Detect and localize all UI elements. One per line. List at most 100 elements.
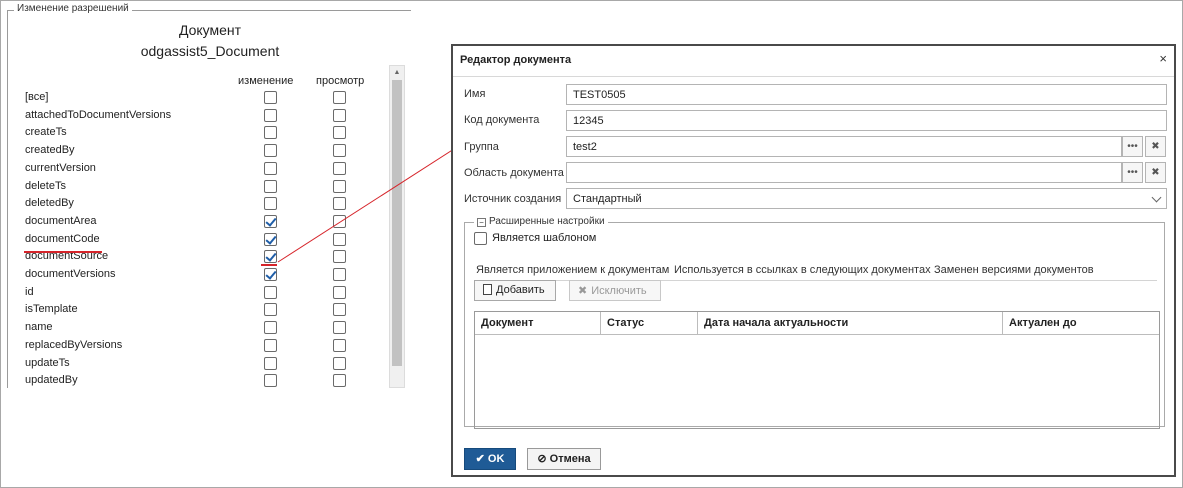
code-label: Код документа	[464, 114, 540, 126]
permission-row: replacedByVersions	[25, 338, 365, 355]
collapse-toggle-icon[interactable]: −	[477, 218, 486, 227]
entity-name: odgassist5_Document	[140, 43, 280, 59]
edit-permission-checkbox[interactable]	[264, 108, 277, 122]
column-header-view: просмотр	[316, 75, 365, 87]
permission-row: id	[25, 285, 365, 302]
annotation-underline-checkbox	[261, 264, 277, 266]
view-permission-checkbox[interactable]	[333, 303, 346, 317]
advanced-settings-label: Расширенные настройки	[489, 216, 605, 227]
permission-attribute-name: currentVersion	[25, 161, 96, 174]
group-lookup-button[interactable]: •••	[1122, 136, 1143, 157]
permission-row: updatedBy	[25, 373, 365, 390]
permission-row: isTemplate	[25, 302, 365, 319]
advanced-settings-legend[interactable]: − Расширенные настройки	[474, 216, 608, 227]
permission-attribute-name: createTs	[25, 126, 67, 139]
column-status[interactable]: Статус	[601, 312, 698, 335]
area-clear-icon[interactable]: ✖	[1145, 162, 1166, 183]
ok-button[interactable]: ✔ OK	[464, 448, 516, 470]
source-label: Источник создания	[464, 193, 562, 205]
document-icon	[483, 284, 492, 295]
permission-attribute-name: deleteTs	[25, 179, 66, 192]
edit-permission-checkbox[interactable]	[264, 268, 277, 281]
area-lookup-button[interactable]: •••	[1122, 162, 1143, 183]
view-permission-checkbox[interactable]	[333, 179, 346, 193]
exclude-button[interactable]: ✖ Исключить	[569, 280, 661, 301]
source-select[interactable]: Стандартный	[566, 188, 1167, 209]
code-input[interactable]: 12345	[566, 110, 1167, 131]
document-editor-dialog: Редактор документа × Имя TEST0505 Код до…	[451, 44, 1176, 477]
view-permission-checkbox[interactable]	[333, 356, 346, 370]
view-permission-checkbox[interactable]	[333, 232, 346, 246]
dialog-title: Редактор документа	[460, 54, 572, 66]
cancel-button-label: Отмена	[549, 453, 591, 465]
is-template-checkbox[interactable]	[474, 232, 487, 245]
permission-row: updateTs	[25, 356, 365, 373]
edit-permission-checkbox[interactable]	[264, 285, 277, 299]
permission-row: documentArea	[25, 214, 365, 231]
column-document[interactable]: Документ	[475, 312, 601, 335]
view-permission-checkbox[interactable]	[333, 197, 346, 211]
view-permission-checkbox[interactable]	[333, 250, 346, 264]
edit-permission-checkbox[interactable]	[264, 179, 277, 193]
cancel-button[interactable]: ⊘ Отмена	[527, 448, 601, 470]
edit-permission-checkbox[interactable]	[264, 303, 277, 317]
permission-attribute-name: deletedBy	[25, 197, 74, 210]
edit-permission-checkbox[interactable]	[264, 91, 277, 104]
edit-permission-checkbox[interactable]	[264, 338, 277, 352]
view-permission-checkbox[interactable]	[333, 161, 346, 175]
edit-permission-checkbox[interactable]	[264, 126, 277, 140]
permission-row: createTs	[25, 125, 365, 142]
permission-row: currentVersion	[25, 161, 365, 178]
close-icon[interactable]: ×	[1159, 51, 1167, 66]
tab-attachment-of[interactable]: Является приложением к документам	[476, 264, 669, 276]
view-permission-checkbox[interactable]	[333, 108, 346, 122]
documents-table: Документ Статус Дата начала актуальности…	[474, 311, 1160, 429]
view-permission-checkbox[interactable]	[333, 126, 346, 140]
edit-permission-checkbox[interactable]	[264, 161, 277, 175]
permission-attribute-name: updatedBy	[25, 374, 78, 387]
table-header: Документ Статус Дата начала актуальности…	[475, 312, 1159, 335]
name-label: Имя	[464, 88, 486, 100]
permission-attribute-name: name	[25, 321, 53, 334]
tab-replaced-by[interactable]: Заменен версиями документов	[934, 264, 1094, 276]
permission-attribute-name: id	[25, 285, 34, 298]
view-permission-checkbox[interactable]	[333, 374, 346, 388]
group-clear-icon[interactable]: ✖	[1145, 136, 1166, 157]
advanced-settings-group: − Расширенные настройки Является шаблоном…	[464, 216, 1165, 429]
permission-row: deleteTs	[25, 179, 365, 196]
permission-row: name	[25, 320, 365, 337]
permission-attribute-name: documentVersions	[25, 268, 116, 280]
edit-permission-checkbox[interactable]	[264, 197, 277, 211]
edit-permission-checkbox[interactable]	[264, 321, 277, 335]
exclude-button-label: Исключить	[591, 285, 647, 297]
permission-attribute-name: [все]	[25, 91, 49, 103]
area-input[interactable]	[566, 162, 1122, 183]
column-valid-until[interactable]: Актуален до	[1003, 312, 1159, 335]
permissions-scrollbar[interactable]: ▲	[389, 65, 405, 388]
close-icon: ✖	[578, 285, 588, 297]
view-permission-checkbox[interactable]	[333, 338, 346, 352]
edit-permission-checkbox[interactable]	[264, 250, 277, 264]
scroll-thumb[interactable]	[392, 80, 402, 366]
view-permission-checkbox[interactable]	[333, 321, 346, 335]
permission-row: documentCode	[25, 232, 365, 249]
permission-attribute-name: createdBy	[25, 144, 75, 157]
view-permission-checkbox[interactable]	[333, 285, 346, 299]
name-input[interactable]: TEST0505	[566, 84, 1167, 105]
view-permission-checkbox[interactable]	[333, 268, 346, 281]
edit-permission-checkbox[interactable]	[264, 374, 277, 388]
edit-permission-checkbox[interactable]	[264, 144, 277, 158]
group-input[interactable]: test2	[566, 136, 1122, 157]
column-start-date[interactable]: Дата начала актуальности	[698, 312, 1003, 335]
edit-permission-checkbox[interactable]	[264, 356, 277, 370]
add-button[interactable]: Добавить	[474, 280, 556, 301]
permission-attribute-name: attachedToDocumentVersions	[25, 108, 172, 121]
tab-referenced-in[interactable]: Используется в ссылках в следующих докум…	[674, 264, 931, 276]
permission-row: [все]	[25, 90, 365, 107]
view-permission-checkbox[interactable]	[333, 144, 346, 158]
edit-permission-checkbox[interactable]	[264, 214, 277, 228]
view-permission-checkbox[interactable]	[333, 214, 346, 228]
scroll-up-arrow-icon[interactable]: ▲	[390, 66, 404, 80]
edit-permission-checkbox[interactable]	[264, 232, 277, 246]
view-permission-checkbox[interactable]	[333, 91, 346, 104]
